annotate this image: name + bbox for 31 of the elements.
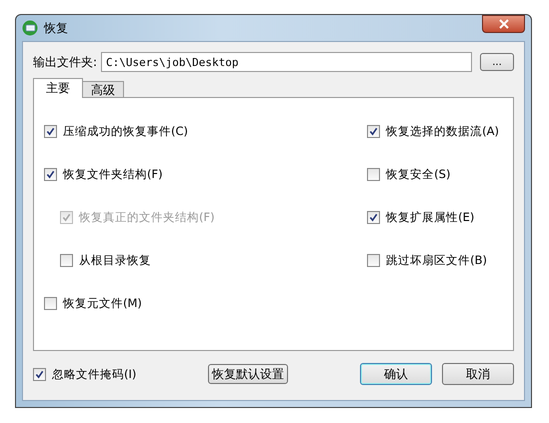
checkbox[interactable] bbox=[60, 254, 73, 266]
checkbox[interactable] bbox=[44, 124, 57, 138]
field-label: 输出文件夹: bbox=[33, 54, 98, 70]
dialog-button[interactable]: 确认 bbox=[360, 363, 432, 385]
checkbox[interactable] bbox=[367, 254, 380, 266]
tab[interactable]: 高级 bbox=[82, 81, 124, 98]
checkbox[interactable] bbox=[44, 296, 57, 310]
option-label: 恢复文件夹结构(F) bbox=[63, 166, 163, 182]
window-title: 恢复 bbox=[44, 20, 68, 36]
checkbox[interactable] bbox=[367, 124, 380, 138]
option-label: 从根目录恢复 bbox=[79, 252, 151, 268]
option-label: 恢复真正的文件夹结构(F) bbox=[79, 210, 215, 224]
option-label: 恢复扩展属性(E) bbox=[386, 210, 474, 224]
checkbox[interactable] bbox=[367, 210, 380, 224]
checkbox[interactable] bbox=[367, 168, 380, 180]
option-label: 恢复元文件(M) bbox=[63, 296, 142, 310]
checkbox[interactable] bbox=[33, 368, 46, 380]
option-label: 压缩成功的恢复事件(C) bbox=[63, 124, 188, 138]
option-label: 恢复选择的数据流(A) bbox=[386, 124, 499, 138]
close-button[interactable] bbox=[482, 15, 525, 33]
output-folder-field[interactable]: C:\Users\job\Desktop bbox=[101, 52, 472, 72]
checkbox[interactable] bbox=[44, 168, 57, 180]
dialog-button[interactable]: 取消 bbox=[442, 363, 514, 385]
browse-button[interactable]: ... bbox=[480, 53, 514, 71]
close-icon bbox=[498, 19, 508, 29]
tab[interactable]: 主要 bbox=[33, 78, 83, 98]
dialog-button[interactable]: 恢复默认设置 bbox=[208, 364, 288, 384]
option-label: 忽略文件掩码(I) bbox=[52, 366, 136, 382]
option-label: 恢复安全(S) bbox=[386, 166, 450, 182]
option-label: 跳过坏扇区文件(B) bbox=[386, 252, 488, 268]
app-icon bbox=[22, 20, 38, 36]
